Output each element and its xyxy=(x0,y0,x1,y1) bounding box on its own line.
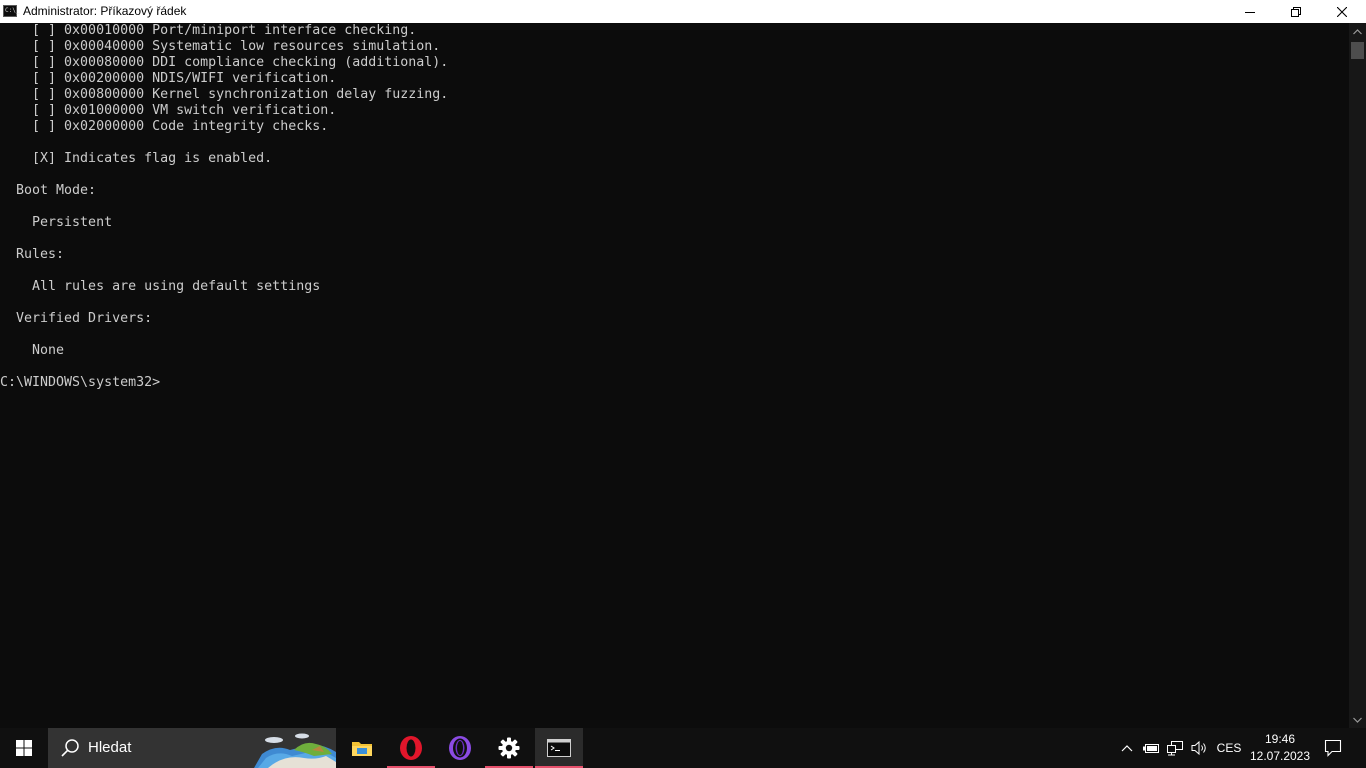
show-desktop-button[interactable] xyxy=(1360,728,1366,768)
minimize-icon xyxy=(1245,11,1255,13)
notification-icon xyxy=(1324,739,1342,757)
console-prompt[interactable]: C:\WINDOWS\system32> xyxy=(0,375,448,391)
search-icon xyxy=(61,739,79,757)
clock-time: 19:46 xyxy=(1264,732,1296,746)
restore-button[interactable] xyxy=(1273,0,1319,23)
opera-icon xyxy=(400,736,422,760)
console-line: None xyxy=(0,343,65,358)
input-language-indicator[interactable]: CES xyxy=(1212,728,1246,768)
vertical-scrollbar[interactable] xyxy=(1349,23,1366,728)
start-button[interactable] xyxy=(0,728,48,768)
windows-logo-icon xyxy=(16,740,32,756)
console-line: [ ] 0x00080000 DDI compliance checking (… xyxy=(0,55,449,70)
console-output: [ ] 0x00010000 Port/miniport interface c… xyxy=(0,23,448,391)
console-line: Persistent xyxy=(0,215,113,230)
console-line: All rules are using default settings xyxy=(0,279,321,294)
close-icon xyxy=(1337,6,1347,17)
battery-plug-icon xyxy=(1143,744,1159,753)
taskbar-settings[interactable] xyxy=(485,728,533,768)
command-prompt-icon xyxy=(547,739,571,757)
gear-icon xyxy=(498,737,520,759)
folder-icon xyxy=(352,742,372,756)
window-title: Administrator: Příkazový řádek xyxy=(23,4,187,18)
chevron-up-icon xyxy=(1353,28,1362,34)
taskbar-opera-gx[interactable] xyxy=(436,728,484,768)
console-line: Boot Mode: xyxy=(0,183,97,198)
restore-icon xyxy=(1291,6,1301,17)
console-line: [X] Indicates flag is enabled. xyxy=(0,151,273,166)
cmd-app-icon[interactable]: C:\_ xyxy=(3,5,19,17)
taskbar-command-prompt[interactable] xyxy=(535,728,583,768)
taskbar: Hledat CES 19:46 12.07.2023 xyxy=(0,728,1366,768)
network-icon xyxy=(1167,741,1183,756)
volume-button[interactable] xyxy=(1188,728,1210,768)
minimize-button[interactable] xyxy=(1227,0,1273,23)
console-line: [ ] 0x00200000 NDIS/WIFI verification. xyxy=(0,71,337,86)
chevron-down-icon xyxy=(1353,717,1362,723)
console-line: [ ] 0x00010000 Port/miniport interface c… xyxy=(0,23,417,38)
console-line: Rules: xyxy=(0,247,65,262)
search-highlight-illustration xyxy=(254,728,336,768)
opera-gx-icon xyxy=(449,736,471,760)
taskbar-opera[interactable] xyxy=(387,728,435,768)
scroll-up-button[interactable] xyxy=(1349,23,1366,40)
console-line: [ ] 0x02000000 Code integrity checks. xyxy=(0,119,329,134)
speaker-icon xyxy=(1191,740,1206,756)
clock-date: 12.07.2023 xyxy=(1249,749,1311,763)
network-button[interactable] xyxy=(1164,728,1186,768)
action-center-button[interactable] xyxy=(1318,728,1348,768)
search-box[interactable]: Hledat xyxy=(48,728,336,768)
battery-button[interactable] xyxy=(1140,728,1162,768)
clock[interactable]: 19:46 12.07.2023 xyxy=(1250,728,1310,768)
chevron-up-icon xyxy=(1121,745,1133,752)
console-line: [ ] 0x01000000 VM switch verification. xyxy=(0,103,337,118)
search-placeholder: Hledat xyxy=(88,739,132,756)
console-line: [ ] 0x00040000 Systematic low resources … xyxy=(0,39,441,54)
console-line: [ ] 0x00800000 Kernel synchronization de… xyxy=(0,87,449,102)
title-bar: C:\_ Administrator: Příkazový řádek xyxy=(0,0,1366,23)
close-button[interactable] xyxy=(1319,0,1365,23)
scroll-thumb[interactable] xyxy=(1351,42,1364,59)
console-line: Verified Drivers: xyxy=(0,311,153,326)
scroll-down-button[interactable] xyxy=(1349,711,1366,728)
show-hidden-icons-button[interactable] xyxy=(1116,728,1138,768)
taskbar-file-explorer[interactable] xyxy=(338,728,386,768)
console-area[interactable]: [ ] 0x00010000 Port/miniport interface c… xyxy=(0,23,1349,728)
